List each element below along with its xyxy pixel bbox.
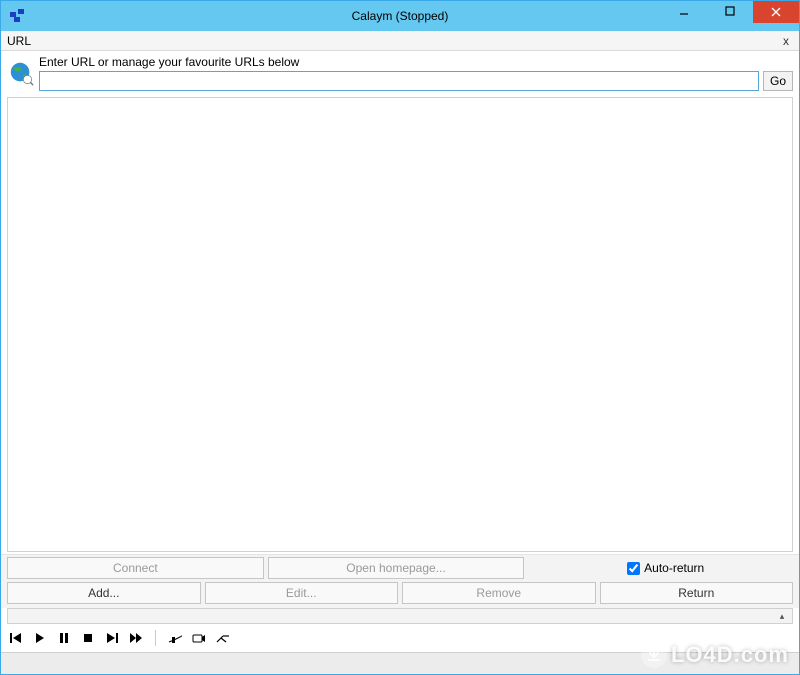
add-button[interactable]: Add... xyxy=(7,582,201,604)
open-homepage-button[interactable]: Open homepage... xyxy=(268,557,525,579)
pause-icon[interactable] xyxy=(57,631,71,645)
go-button[interactable]: Go xyxy=(763,71,793,91)
actions-panel: Connect Open homepage... Auto-return Add… xyxy=(1,554,799,608)
remove-button[interactable]: Remove xyxy=(402,582,596,604)
auto-return-input[interactable] xyxy=(627,562,640,575)
scroll-hint-bar[interactable]: ▴ xyxy=(7,608,793,624)
url-list-area[interactable] xyxy=(7,97,793,552)
minimize-button[interactable] xyxy=(661,1,707,21)
panel-title: URL xyxy=(7,34,31,48)
window-controls xyxy=(661,1,799,31)
auto-return-label: Auto-return xyxy=(644,561,704,575)
playback-toolbar xyxy=(1,624,799,652)
stop-icon[interactable] xyxy=(81,631,95,645)
panel-header: URL x xyxy=(1,31,799,51)
maximize-button[interactable] xyxy=(707,1,753,21)
connect-button[interactable]: Connect xyxy=(7,557,264,579)
volume-icon[interactable] xyxy=(168,631,182,645)
app-window: Calaym (Stopped) URL x xyxy=(0,0,800,675)
scroll-up-icon[interactable]: ▴ xyxy=(774,609,790,623)
panel-close-button[interactable]: x xyxy=(779,34,793,48)
return-button[interactable]: Return xyxy=(600,582,794,604)
branch-icon[interactable] xyxy=(216,631,230,645)
skip-start-icon[interactable] xyxy=(9,631,23,645)
app-icon xyxy=(9,8,25,24)
skip-end-icon[interactable] xyxy=(105,631,119,645)
auto-return-checkbox[interactable]: Auto-return xyxy=(627,561,704,575)
status-bar xyxy=(1,652,799,674)
record-icon[interactable] xyxy=(192,631,206,645)
titlebar: Calaym (Stopped) xyxy=(1,1,799,31)
url-row: Enter URL or manage your favourite URLs … xyxy=(1,51,799,95)
url-input[interactable] xyxy=(39,71,759,91)
globe-icon xyxy=(7,59,35,87)
play-icon[interactable] xyxy=(33,631,47,645)
edit-button[interactable]: Edit... xyxy=(205,582,399,604)
fast-forward-icon[interactable] xyxy=(129,631,143,645)
toolbar-separator xyxy=(155,630,156,646)
url-hint: Enter URL or manage your favourite URLs … xyxy=(39,55,793,69)
close-button[interactable] xyxy=(753,1,799,23)
